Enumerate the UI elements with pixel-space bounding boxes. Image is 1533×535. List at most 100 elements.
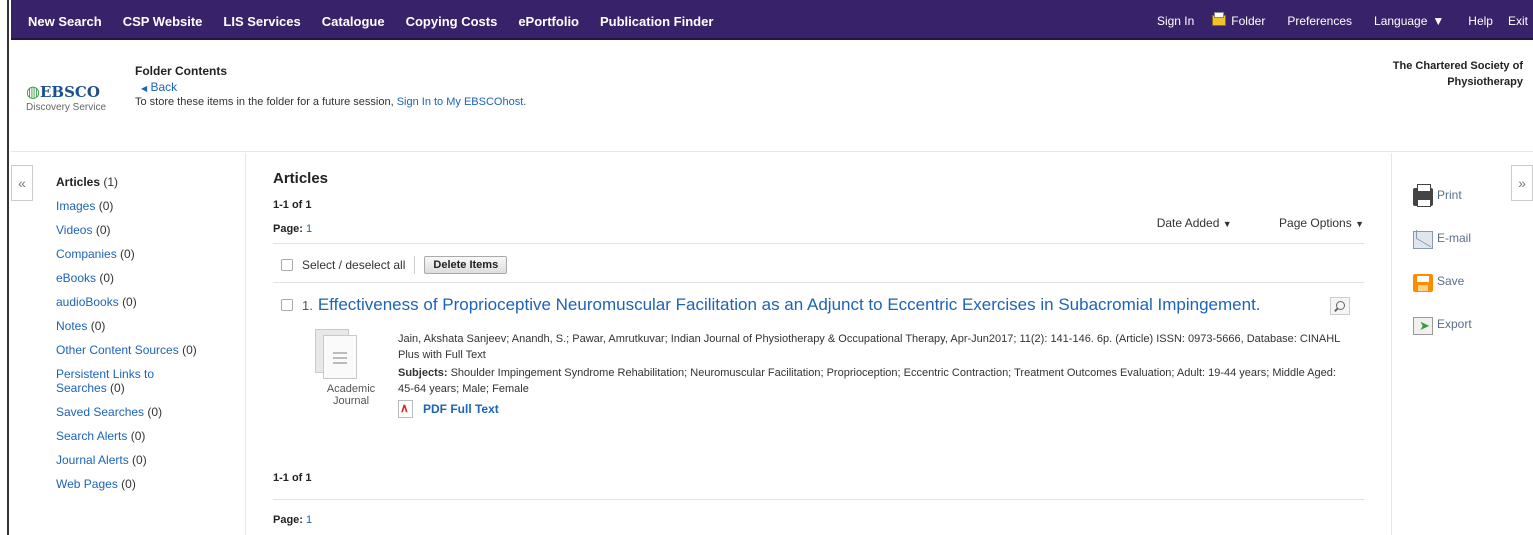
category-videos[interactable]: Videos (0) (56, 223, 231, 237)
category-web-pages[interactable]: Web Pages (0) (56, 477, 231, 491)
folder-category-nav: Articles (1) Images (0) Videos (0) Compa… (56, 175, 231, 501)
pdf-full-text-link[interactable]: PDF Full Text (398, 400, 499, 418)
category-articles[interactable]: Articles (1) (56, 175, 231, 189)
category-count: (0) (110, 381, 125, 395)
category-label: Saved Searches (56, 405, 145, 419)
back-label: Back (150, 80, 178, 94)
preferences-link[interactable]: Preferences (1287, 14, 1352, 28)
page-number: 1 (306, 223, 313, 235)
email-label: E-mail (1437, 231, 1472, 245)
tools-panel: Print E-mail Save Export (1413, 184, 1472, 360)
email-tool[interactable]: E-mail (1413, 231, 1472, 250)
result-title-link[interactable]: Effectiveness of Proprioceptive Neuromus… (318, 295, 1261, 315)
category-count: (0) (182, 343, 197, 357)
save-label: Save (1437, 274, 1465, 288)
category-companies[interactable]: Companies (0) (56, 247, 231, 261)
nav-new-search[interactable]: New Search (28, 14, 102, 29)
caret-down-icon: ▼ (1222, 219, 1232, 229)
category-ebooks[interactable]: eBooks (0) (56, 271, 231, 285)
org-line-2: Physiotherapy (1447, 76, 1523, 88)
caret-down-icon: ▼ (1355, 219, 1364, 229)
divider (273, 243, 1364, 244)
sign-in-link[interactable]: Sign In (1157, 14, 1194, 28)
preview-magnifier-icon[interactable] (1330, 297, 1350, 315)
category-count: (0) (120, 247, 135, 261)
category-audiobooks[interactable]: audioBooks (0) (56, 295, 231, 309)
logo-brand-text: EBSCO (39, 83, 100, 101)
page-number: 1 (306, 514, 313, 526)
ebsco-logo[interactable]: ◍EBSCO Discovery Service (26, 82, 106, 113)
category-label: Search Alerts (56, 429, 128, 443)
print-label: Print (1437, 188, 1462, 202)
organization-name: The Chartered Society of Physiotherapy (1393, 58, 1523, 90)
category-label: eBooks (56, 271, 97, 285)
back-link[interactable]: ◀ Back (141, 80, 177, 94)
category-count: (0) (147, 405, 163, 419)
category-search-alerts[interactable]: Search Alerts (0) (56, 429, 231, 443)
category-label: Companies (56, 247, 117, 261)
category-persistent-links[interactable]: Persistent Links to Searches (0) (56, 367, 176, 395)
academic-journal-icon (315, 329, 361, 381)
results-panel: Articles 1-1 of 1 Page: 1 Date Added ▼ P… (273, 170, 1364, 418)
caret-down-icon: ▼ (1432, 14, 1445, 28)
result-item: 1. Effectiveness of Proprioceptive Neuro… (281, 295, 1364, 418)
category-label: Web Pages (56, 477, 118, 491)
page-options-dropdown[interactable]: Page Options ▼ (1257, 216, 1364, 230)
delete-items-button[interactable]: Delete Items (424, 256, 508, 274)
top-nav-user-links: Sign In Folder Preferences Language ▼ Hel… (1157, 12, 1533, 28)
result-subjects: Subjects: Shoulder Impingement Syndrome … (398, 365, 1353, 397)
nav-copying-costs[interactable]: Copying Costs (406, 14, 498, 29)
right-column-divider (1391, 153, 1392, 535)
category-label: Other Content Sources (56, 343, 179, 357)
printer-icon (1413, 184, 1433, 207)
result-checkbox[interactable] (281, 299, 293, 311)
folder-link[interactable]: Folder (1212, 12, 1265, 28)
date-added-label: Date Added (1156, 216, 1220, 230)
separator (414, 256, 416, 274)
category-other-content-sources[interactable]: Other Content Sources (0) (56, 343, 231, 357)
nav-eportfolio[interactable]: ePortfolio (518, 14, 579, 29)
divider (273, 282, 1364, 283)
page-front (323, 335, 357, 379)
caret-left-icon: ◀ (141, 84, 148, 93)
category-journal-alerts[interactable]: Journal Alerts (0) (56, 453, 231, 467)
collapse-left-panel-button[interactable]: « (11, 165, 33, 201)
date-added-dropdown[interactable]: Date Added ▼ (1135, 216, 1232, 230)
select-all-checkbox[interactable] (281, 259, 293, 271)
page-title: Folder Contents (135, 64, 227, 78)
category-count: (0) (98, 199, 114, 213)
nav-csp-website[interactable]: CSP Website (123, 14, 203, 29)
store-text: To store these items in the folder for a… (135, 96, 394, 108)
category-saved-searches[interactable]: Saved Searches (0) (56, 405, 231, 419)
category-count: (0) (122, 295, 137, 309)
export-tool[interactable]: Export (1413, 317, 1472, 336)
store-message: To store these items in the folder for a… (135, 96, 526, 108)
category-count: (1) (103, 175, 119, 189)
category-notes[interactable]: Notes (0) (56, 319, 231, 333)
language-dropdown[interactable]: Language ▼ (1374, 14, 1444, 28)
print-tool[interactable]: Print (1413, 184, 1472, 207)
exit-link[interactable]: Exit (1508, 14, 1528, 28)
pagination-top: Page: 1 (273, 223, 312, 235)
pagination-bottom: Page: 1 (273, 514, 312, 526)
language-label: Language (1374, 14, 1428, 28)
sign-in-myebscohost-link[interactable]: Sign In to My EBSCOhost. (397, 96, 527, 108)
category-count: (0) (132, 453, 147, 467)
nav-publication-finder[interactable]: Publication Finder (600, 14, 713, 29)
category-label: Articles (56, 175, 101, 189)
results-heading: Articles (273, 170, 329, 187)
category-count: (0) (90, 319, 106, 333)
category-images[interactable]: Images (0) (56, 199, 231, 213)
category-count: (0) (95, 223, 111, 237)
top-nav-bar: New Search CSP Website LIS Services Cata… (11, 0, 1533, 40)
collapse-right-panel-button[interactable]: » (1511, 165, 1533, 201)
top-nav-links: New Search CSP Website LIS Services Cata… (28, 14, 734, 29)
page-label: Page: (273, 514, 303, 526)
help-link[interactable]: Help (1468, 14, 1493, 28)
save-tool[interactable]: Save (1413, 274, 1472, 293)
pdf-full-text-label: PDF Full Text (423, 402, 499, 416)
nav-lis-services[interactable]: LIS Services (223, 14, 300, 29)
nav-catalogue[interactable]: Catalogue (322, 14, 385, 29)
category-label: Notes (56, 319, 88, 333)
subjects-text: Shoulder Impingement Syndrome Rehabilita… (398, 367, 1336, 395)
